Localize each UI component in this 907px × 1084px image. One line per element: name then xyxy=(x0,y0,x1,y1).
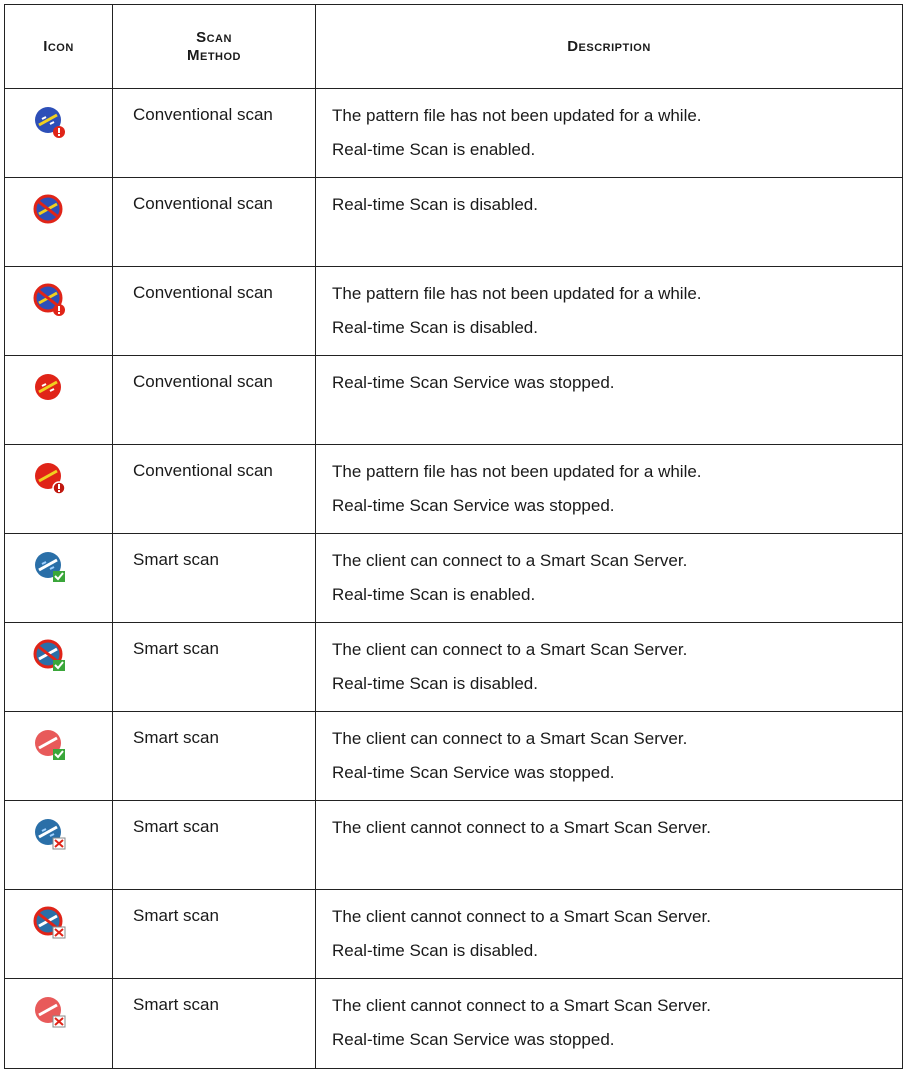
smart-scan-connected-stopped-icon xyxy=(35,730,65,760)
description-column-header: Description xyxy=(315,4,903,89)
description-line-2: Real-time Scan Service was stopped. xyxy=(332,763,615,782)
scan-method-cell: Conventional scan xyxy=(112,355,316,445)
icon-column-header: Icon xyxy=(4,4,113,89)
client-icons-table: Icon Scan Method Description Conventiona… xyxy=(4,4,903,1069)
table-row: Conventional scan The pattern file has n… xyxy=(4,266,903,356)
description-line-2: Real-time Scan is disabled. xyxy=(332,318,538,337)
table-row: Smart scan The client cannot connect to … xyxy=(4,889,903,979)
description-line-2: Real-time Scan is enabled. xyxy=(332,140,536,159)
scan-method-cell: Smart scan xyxy=(112,711,316,801)
description-line-1: The client can connect to a Smart Scan S… xyxy=(332,551,688,570)
scan-method-header-line2: Method xyxy=(187,46,241,64)
icon-cell xyxy=(4,266,113,356)
smart-scan-connected-disabled-icon xyxy=(33,639,65,671)
description-line-2: Real-time Scan Service was stopped. xyxy=(332,496,615,515)
description-line-1: The client cannot connect to a Smart Sca… xyxy=(332,907,711,926)
description-line-1: The pattern file has not been updated fo… xyxy=(332,284,702,303)
smart-scan-disconnected-stopped-icon xyxy=(35,997,66,1028)
description-line-2: Real-time Scan is enabled. xyxy=(332,585,536,604)
icon-cell xyxy=(4,355,113,445)
conventional-scan-realtime-disabled-icon xyxy=(33,194,63,224)
scan-method-cell: Conventional scan xyxy=(112,177,316,267)
table-row: Smart scan The client cannot connect to … xyxy=(4,978,903,1069)
description-line-1: The client can connect to a Smart Scan S… xyxy=(332,640,688,659)
icon-cell xyxy=(4,533,113,623)
table-row: Smart scan The client can connect to a S… xyxy=(4,622,903,712)
scan-method-cell: Conventional scan xyxy=(112,266,316,356)
description-cell: The client cannot connect to a Smart Sca… xyxy=(315,800,903,890)
conventional-scan-service-stopped-icon xyxy=(35,374,61,400)
header-row: Icon Scan Method Description xyxy=(4,4,903,89)
table-row: Conventional scan The pattern file has n… xyxy=(4,88,903,178)
description-cell: The client can connect to a Smart Scan S… xyxy=(315,711,903,801)
conventional-scan-outdated-disabled-icon xyxy=(33,283,65,316)
table-row: Conventional scan The pattern file has n… xyxy=(4,444,903,534)
icon-cell xyxy=(4,711,113,801)
description-line-2: Real-time Scan Service was stopped. xyxy=(332,1030,615,1049)
table-row: Conventional scan Real-time Scan is disa… xyxy=(4,177,903,267)
description-line-1: The pattern file has not been updated fo… xyxy=(332,106,702,125)
icon-cell xyxy=(4,177,113,267)
icon-cell xyxy=(4,889,113,979)
description-cell: The pattern file has not been updated fo… xyxy=(315,266,903,356)
description-line-1: Real-time Scan is disabled. xyxy=(332,195,538,214)
table-row: Conventional scan Real-time Scan Service… xyxy=(4,355,903,445)
icon-cell xyxy=(4,88,113,178)
scan-method-cell: Smart scan xyxy=(112,800,316,890)
icon-cell xyxy=(4,978,113,1069)
description-line-1: The client cannot connect to a Smart Sca… xyxy=(332,818,711,837)
smart-scan-disconnected-disabled-icon xyxy=(33,906,66,939)
description-line-1: The client can connect to a Smart Scan S… xyxy=(332,729,688,748)
description-cell: The client can connect to a Smart Scan S… xyxy=(315,622,903,712)
scan-method-cell: Conventional scan xyxy=(112,444,316,534)
description-cell: The pattern file has not been updated fo… xyxy=(315,444,903,534)
scan-method-cell: Smart scan xyxy=(112,889,316,979)
description-line-1: The pattern file has not been updated fo… xyxy=(332,462,702,481)
description-cell: Real-time Scan is disabled. xyxy=(315,177,903,267)
description-line-1: Real-time Scan Service was stopped. xyxy=(332,373,615,392)
table-row: Smart scan The client cannot connect to … xyxy=(4,800,903,890)
description-cell: The pattern file has not been updated fo… xyxy=(315,88,903,178)
scan-method-cell: Conventional scan xyxy=(112,88,316,178)
description-cell: The client cannot connect to a Smart Sca… xyxy=(315,889,903,979)
scan-method-cell: Smart scan xyxy=(112,978,316,1069)
scan-method-column-header: Scan Method xyxy=(112,4,316,89)
icon-cell xyxy=(4,444,113,534)
conventional-scan-outdated-stopped-icon xyxy=(35,463,66,495)
scan-method-cell: Smart scan xyxy=(112,622,316,712)
smart-scan-disconnected-icon xyxy=(35,819,66,850)
description-line-2: Real-time Scan is disabled. xyxy=(332,674,538,693)
scan-method-cell: Smart scan xyxy=(112,533,316,623)
description-cell: The client cannot connect to a Smart Sca… xyxy=(315,978,903,1069)
scan-method-header-line1: Scan xyxy=(196,28,232,46)
description-cell: The client can connect to a Smart Scan S… xyxy=(315,533,903,623)
description-line-2: Real-time Scan is disabled. xyxy=(332,941,538,960)
icon-cell xyxy=(4,622,113,712)
description-line-1: The client cannot connect to a Smart Sca… xyxy=(332,996,711,1015)
table-row: Smart scan The client can connect to a S… xyxy=(4,711,903,801)
smart-scan-connected-enabled-icon xyxy=(35,552,65,582)
description-cell: Real-time Scan Service was stopped. xyxy=(315,355,903,445)
table-row: Smart scan The client can connect to a S… xyxy=(4,533,903,623)
conventional-scan-outdated-pattern-icon xyxy=(35,107,65,138)
icon-cell xyxy=(4,800,113,890)
